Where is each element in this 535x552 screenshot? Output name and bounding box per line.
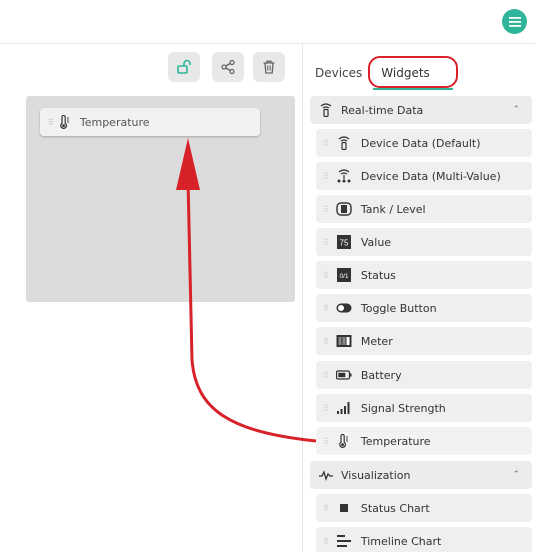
widget-device-data-multi[interactable]: ⠿ Device Data (Multi-Value) — [316, 162, 532, 190]
sensor-icon — [336, 136, 352, 150]
widget-battery[interactable]: ⠿ Battery — [316, 361, 532, 389]
widget-label: Temperature — [79, 115, 150, 129]
drag-handle-icon[interactable]: ⠿ — [323, 304, 329, 313]
drag-handle-icon[interactable]: ⠿ — [323, 537, 329, 546]
widget-temperature[interactable]: ⠿ Temperature — [316, 427, 532, 455]
hamburger-icon — [508, 16, 521, 27]
svg-text:0/1: 0/1 — [339, 273, 348, 280]
drag-handle-icon[interactable]: ⠿ — [48, 118, 54, 127]
battery-icon — [335, 368, 352, 382]
widget-timeline-chart[interactable]: ⠿ Timeline Chart — [316, 527, 532, 552]
timeline-icon — [336, 534, 352, 548]
widget-device-data-default[interactable]: ⠿ Device Data (Default) — [316, 129, 532, 157]
widget-label: Timeline Chart — [360, 534, 442, 548]
widget-label: Value — [360, 235, 392, 249]
unlock-button[interactable] — [168, 52, 200, 82]
widget-label: Device Data (Multi-Value) — [360, 169, 501, 183]
meter-icon — [336, 334, 352, 348]
drag-handle-icon[interactable]: ⠿ — [323, 271, 329, 280]
temperature-widget[interactable]: ⠿ Temperature — [40, 108, 260, 136]
drag-handle-icon[interactable]: ⠿ — [323, 172, 329, 181]
widget-signal-strength[interactable]: ⠿ Signal Strength — [316, 394, 532, 422]
pulse-icon — [319, 470, 333, 482]
widget-value[interactable]: ⠿ 75 Value — [316, 228, 532, 256]
widget-label: Status — [360, 268, 396, 282]
section-visualization[interactable]: Visualization ⌃ — [310, 461, 532, 489]
chevron-up-icon[interactable]: ⌃ — [512, 105, 520, 115]
active-tab-indicator — [373, 88, 453, 90]
widget-status[interactable]: ⠿ 0/1 Status — [316, 261, 532, 289]
drag-handle-icon[interactable]: ⠿ — [323, 205, 329, 214]
sensor-icon — [320, 103, 332, 117]
widget-label: Battery — [360, 368, 402, 382]
svg-text:75: 75 — [339, 239, 348, 248]
chevron-up-icon[interactable]: ⌃ — [512, 470, 520, 480]
thermometer-icon — [60, 115, 69, 129]
widget-toggle-button[interactable]: ⠿ Toggle Button — [316, 294, 532, 322]
share-button[interactable] — [212, 52, 244, 82]
widget-label: Status Chart — [360, 501, 430, 515]
delete-button[interactable] — [253, 52, 285, 82]
widget-label: Device Data (Default) — [360, 136, 481, 150]
tank-icon — [336, 202, 352, 216]
unlock-icon — [177, 59, 191, 74]
widget-status-chart[interactable]: ⠿ Status Chart — [316, 494, 532, 522]
trash-icon — [263, 60, 275, 74]
widget-label: Signal Strength — [360, 401, 446, 415]
section-realtime-data[interactable]: Real-time Data ⌃ — [310, 96, 532, 124]
annotation-highlight — [368, 56, 458, 88]
dashboard-editor: ⠿ Temperature Devices Widgets Real-time … — [0, 0, 535, 552]
status-icon: 0/1 — [336, 268, 352, 282]
widget-label: Tank / Level — [360, 202, 426, 216]
section-title: Visualization — [341, 468, 411, 482]
signal-icon — [336, 401, 352, 415]
drag-handle-icon[interactable]: ⠿ — [323, 437, 329, 446]
share-icon — [221, 59, 235, 75]
drag-handle-icon[interactable]: ⠿ — [323, 238, 329, 247]
drag-handle-icon[interactable]: ⠿ — [323, 139, 329, 148]
tab-devices[interactable]: Devices — [315, 66, 362, 80]
menu-button[interactable] — [502, 9, 527, 34]
drag-handle-icon[interactable]: ⠿ — [323, 371, 329, 380]
widget-label: Toggle Button — [360, 301, 437, 315]
square-icon — [336, 501, 352, 515]
multi-sensor-icon — [336, 169, 352, 183]
widget-label: Temperature — [360, 434, 431, 448]
toggle-icon — [336, 301, 352, 315]
thermometer-icon — [336, 434, 352, 448]
section-title: Real-time Data — [341, 103, 424, 117]
drag-handle-icon[interactable]: ⠿ — [323, 337, 329, 346]
widget-meter[interactable]: ⠿ Meter — [316, 327, 532, 355]
widget-label: Meter — [360, 334, 393, 348]
drag-handle-icon[interactable]: ⠿ — [323, 404, 329, 413]
widget-tank-level[interactable]: ⠿ Tank / Level — [316, 195, 532, 223]
value-icon: 75 — [336, 235, 352, 249]
drag-handle-icon[interactable]: ⠿ — [323, 504, 329, 513]
